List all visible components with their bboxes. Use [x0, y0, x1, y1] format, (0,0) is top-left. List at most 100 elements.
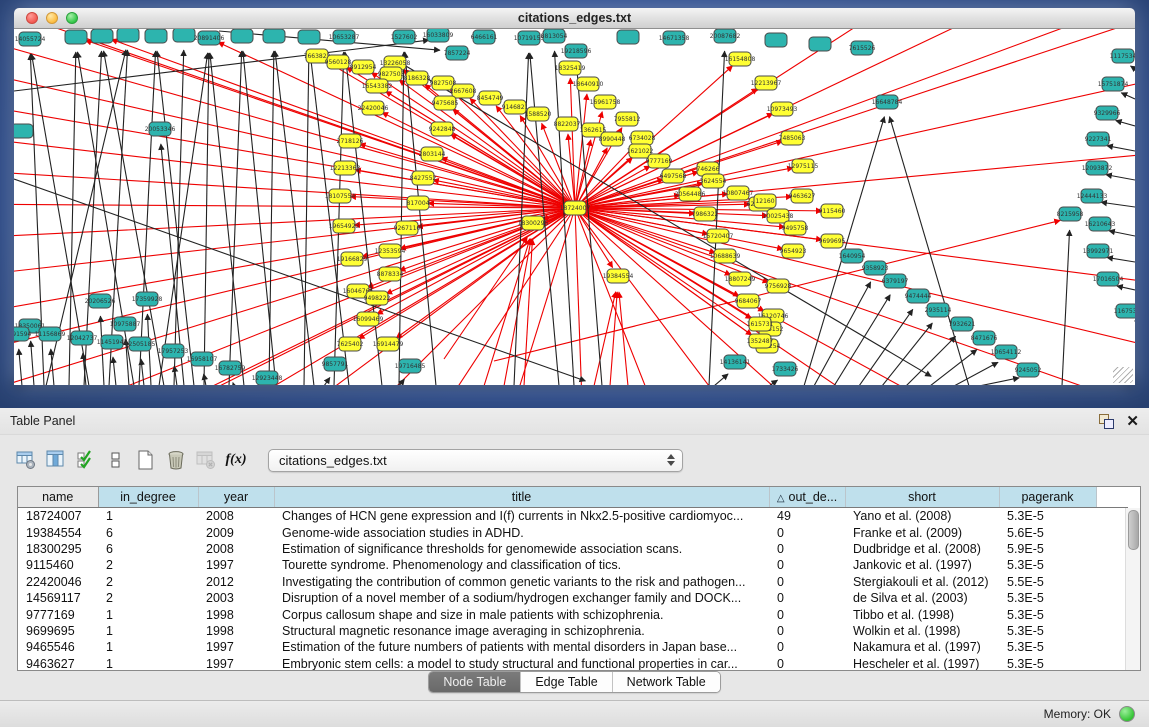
- table-cell[interactable]: Hescheler et al. (1997): [845, 656, 999, 671]
- graph-node[interactable]: 8813054: [541, 29, 568, 43]
- graph-node[interactable]: [298, 30, 320, 44]
- graph-node[interactable]: 9699695: [819, 234, 846, 248]
- table-cell[interactable]: Estimation of the future numbers of pati…: [274, 639, 769, 655]
- graph-edge[interactable]: [714, 374, 728, 385]
- graph-node[interactable]: 16099469: [353, 312, 384, 326]
- graph-node[interactable]: 8215958: [1057, 207, 1084, 221]
- graph-node[interactable]: 817004: [407, 196, 430, 210]
- graph-node[interactable]: 1733426: [772, 362, 799, 376]
- graph-edge[interactable]: [210, 53, 244, 385]
- table-cell[interactable]: de Silva et al. (2003): [845, 590, 999, 606]
- table-cell[interactable]: 0: [769, 574, 845, 590]
- table-cell[interactable]: 2: [98, 590, 198, 606]
- graph-node[interactable]: 2718126: [337, 134, 364, 148]
- graph-node[interactable]: 20087682: [710, 29, 741, 43]
- column-header-name[interactable]: name: [18, 487, 98, 508]
- graph-node[interactable]: 16543382: [362, 79, 393, 93]
- graph-edge[interactable]: [1117, 286, 1135, 290]
- graph-node[interactable]: 9329966: [1094, 106, 1121, 120]
- graph-edge[interactable]: [159, 53, 208, 385]
- graph-edge[interactable]: [14, 64, 575, 208]
- graph-node[interactable]: 1352487: [747, 334, 774, 348]
- graph-node[interactable]: 1167534: [1114, 304, 1135, 318]
- graph-node[interactable]: 7932621: [949, 317, 976, 331]
- graph-node[interactable]: 18807249: [725, 272, 756, 286]
- graph-edge[interactable]: [14, 179, 586, 381]
- table-cell[interactable]: Tourette syndrome. Phenomenology and cla…: [274, 557, 769, 573]
- minimize-button[interactable]: [46, 12, 58, 24]
- graph-edge[interactable]: [575, 208, 584, 385]
- graph-node[interactable]: 6497568: [660, 169, 687, 183]
- table-cell[interactable]: 5.3E-5: [999, 656, 1096, 671]
- table-cell[interactable]: Changes of HCN gene expression and I(f) …: [274, 508, 769, 525]
- table-cell[interactable]: Structural magnetic resonance image aver…: [274, 623, 769, 639]
- graph-node[interactable]: 12093872: [1082, 161, 1113, 175]
- table-cell[interactable]: 2008: [198, 508, 274, 525]
- graph-edge[interactable]: [233, 383, 234, 385]
- table-cell[interactable]: 0: [769, 623, 845, 639]
- table-cell[interactable]: 5.5E-5: [999, 574, 1096, 590]
- graph-node[interactable]: 9115460: [819, 204, 846, 218]
- graph-node[interactable]: 18300295: [518, 216, 549, 230]
- table-cell[interactable]: 0: [769, 606, 845, 622]
- table-cell[interactable]: Dudbridge et al. (2008): [845, 541, 999, 557]
- graph-node[interactable]: 6466161: [471, 30, 498, 44]
- graph-node[interactable]: 14136141: [720, 355, 751, 369]
- table-row[interactable]: 946554611997Estimation of the future num…: [18, 639, 1128, 655]
- graph-node[interactable]: [231, 29, 253, 43]
- graph-node[interactable]: 9684067: [735, 294, 762, 308]
- table-cell[interactable]: 1: [98, 656, 198, 671]
- graph-node[interactable]: 9358923: [862, 261, 889, 275]
- table-cell[interactable]: Tibbo et al. (1998): [845, 606, 999, 622]
- column-header-title[interactable]: title: [274, 487, 769, 508]
- graph-node[interactable]: 14671358: [659, 31, 690, 45]
- table-cell[interactable]: Disruption of a novel member of a sodium…: [274, 590, 769, 606]
- table-cell[interactable]: 18724007: [18, 508, 98, 525]
- graph-edge[interactable]: [906, 336, 956, 385]
- table-row[interactable]: 2242004622012Investigating the contribut…: [18, 574, 1128, 590]
- graph-node[interactable]: [65, 30, 87, 44]
- graph-edge[interactable]: [1130, 66, 1135, 69]
- graph-edge[interactable]: [1101, 202, 1135, 207]
- graph-node[interactable]: 1588520: [525, 107, 552, 121]
- table-cell[interactable]: 0: [769, 524, 845, 540]
- tab-node-table[interactable]: Node Table: [429, 672, 521, 692]
- graph-node[interactable]: 9756928: [765, 279, 792, 293]
- delete-columns-trash-icon[interactable]: [164, 447, 188, 473]
- graph-edge[interactable]: [890, 117, 969, 385]
- graph-node[interactable]: 10653287: [329, 30, 360, 44]
- graph-edge[interactable]: [19, 349, 22, 385]
- table-cell[interactable]: 5.6E-5: [999, 524, 1096, 540]
- zoom-button[interactable]: [66, 12, 78, 24]
- graph-node[interactable]: [14, 124, 33, 138]
- graph-node[interactable]: 10973493: [767, 102, 798, 116]
- table-cell[interactable]: Franke et al. (2009): [845, 524, 999, 540]
- graph-node[interactable]: 16210643: [1085, 217, 1116, 231]
- graph-node[interactable]: 7615526: [849, 41, 876, 55]
- graph-node[interactable]: 2935114: [925, 303, 952, 317]
- table-cell[interactable]: 1998: [198, 623, 274, 639]
- graph-node[interactable]: 19384554: [603, 269, 634, 283]
- table-cell[interactable]: 5.3E-5: [999, 557, 1096, 573]
- graph-node[interactable]: 9242848: [429, 122, 456, 136]
- function-builder-icon[interactable]: f(x): [224, 447, 248, 473]
- memory-status-icon[interactable]: [1119, 706, 1135, 722]
- table-cell[interactable]: 5.3E-5: [999, 623, 1096, 639]
- delete-table-icon[interactable]: [194, 447, 218, 473]
- table-cell[interactable]: 1: [98, 639, 198, 655]
- table-cell[interactable]: 49: [769, 508, 845, 525]
- graph-node[interactable]: 9498222: [364, 291, 391, 305]
- graph-node[interactable]: [809, 37, 831, 51]
- table-cell[interactable]: 0: [769, 541, 845, 557]
- graph-node[interactable]: 6734028: [629, 131, 656, 145]
- table-cell[interactable]: 5.3E-5: [999, 639, 1096, 655]
- graph-node[interactable]: 15751874: [1098, 77, 1129, 91]
- graph-edge[interactable]: [100, 316, 104, 385]
- graph-node[interactable]: 20564486: [675, 187, 706, 201]
- graph-node[interactable]: 10975887: [110, 317, 141, 331]
- graph-node[interactable]: 2803144: [419, 147, 446, 161]
- table-cell[interactable]: 6: [98, 541, 198, 557]
- graph-node[interactable]: 7625402: [337, 337, 364, 351]
- window-resize-grip[interactable]: [1113, 367, 1133, 383]
- graph-node[interactable]: 9267110: [394, 221, 421, 235]
